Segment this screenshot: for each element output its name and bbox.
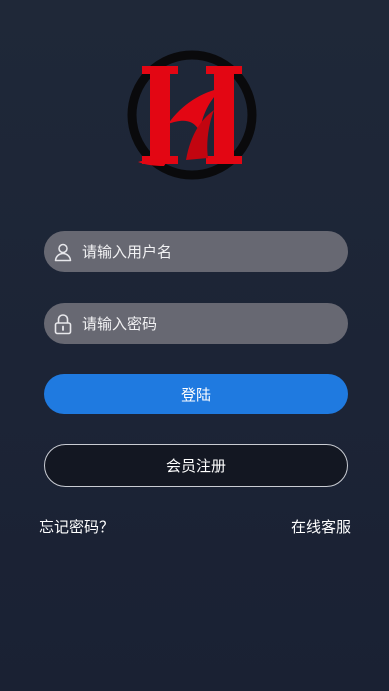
username-field[interactable]	[44, 231, 348, 272]
user-icon	[52, 241, 74, 263]
login-button[interactable]: 登陆	[44, 374, 348, 414]
login-button-label: 登陆	[180, 385, 211, 404]
password-field[interactable]	[44, 303, 348, 344]
brand-logo	[124, 48, 260, 182]
password-input[interactable]	[82, 303, 348, 344]
lock-icon	[52, 313, 74, 335]
logo-mark	[127, 50, 257, 180]
username-input[interactable]	[82, 231, 348, 272]
register-button-label: 会员注册	[165, 457, 226, 475]
register-button[interactable]: 会员注册	[44, 444, 348, 487]
customer-service-link[interactable]: 在线客服	[291, 516, 351, 537]
forgot-password-link[interactable]: 忘记密码？	[39, 516, 114, 537]
